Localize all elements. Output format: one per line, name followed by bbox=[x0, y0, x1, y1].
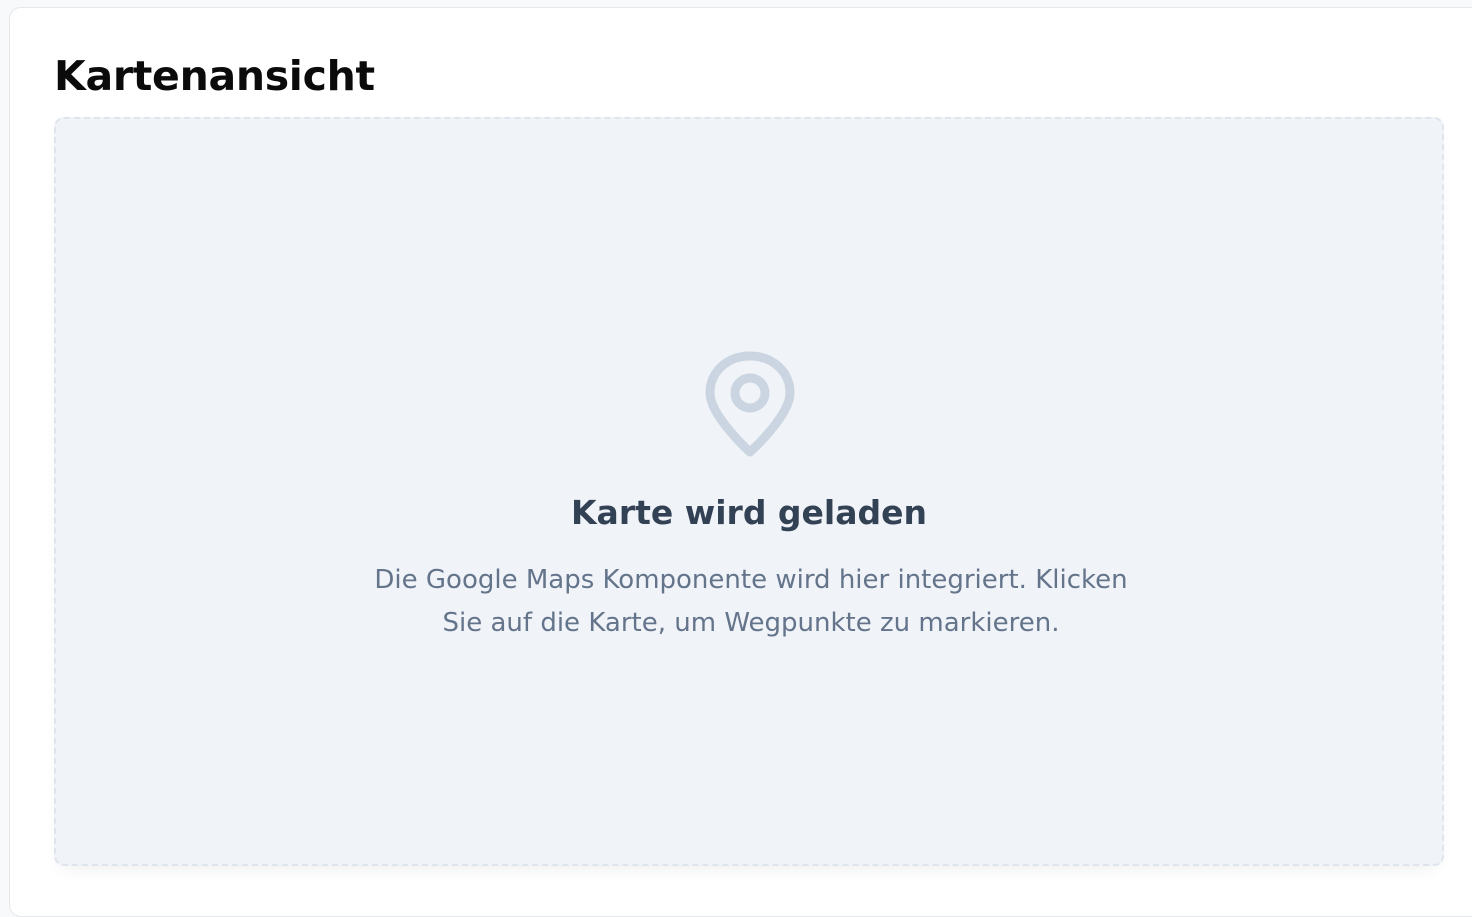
map-placeholder[interactable]: Karte wird geladen Die Google Maps Kompo… bbox=[54, 117, 1444, 866]
card-title: Kartenansicht bbox=[54, 52, 375, 100]
map-loading-title: Karte wird geladen bbox=[570, 493, 928, 532]
map-loading-description: Die Google Maps Komponente wird hier int… bbox=[374, 565, 1128, 638]
map-card: Kartenansicht Karte wird geladen Die Goo… bbox=[9, 7, 1472, 917]
map-pin-icon bbox=[705, 351, 795, 457]
